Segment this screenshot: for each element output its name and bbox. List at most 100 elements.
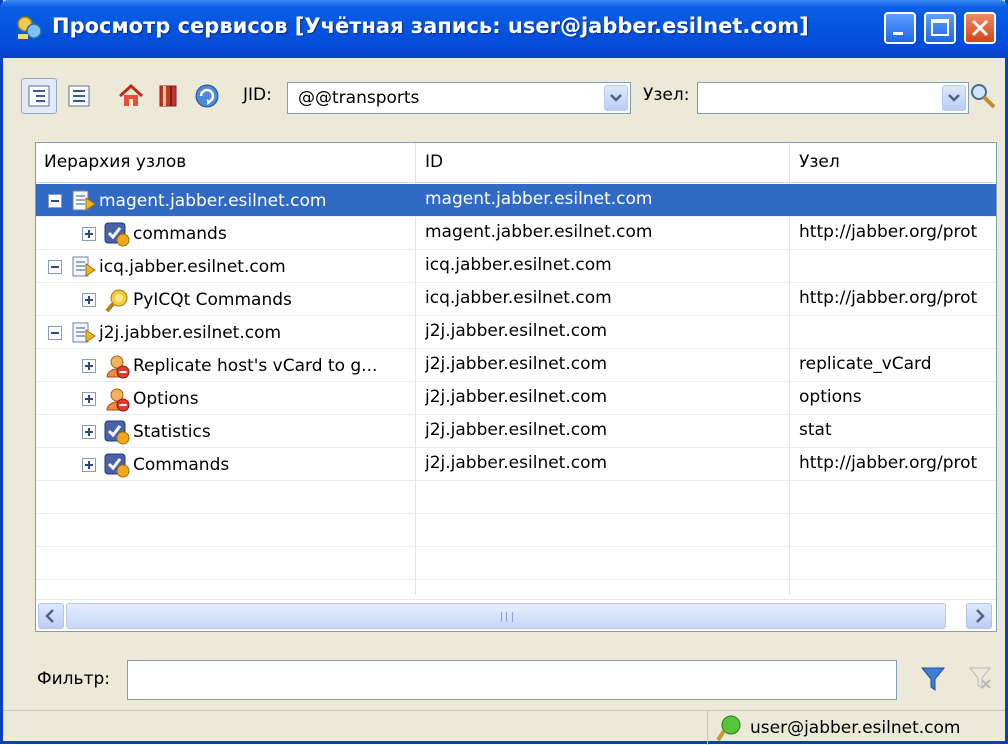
hierarchy-cell: magent.jabber.esilnet.com xyxy=(48,184,414,217)
service-discovery-icon xyxy=(17,16,42,39)
home-button[interactable] xyxy=(113,78,149,114)
node-combobox[interactable] xyxy=(697,82,969,114)
window-title: Просмотр сервисов [Учётная запись: user@… xyxy=(52,14,809,38)
column-header-id[interactable]: ID xyxy=(425,152,443,172)
tree-row[interactable]: magent.jabber.esilnet.com magent.jabber.e… xyxy=(36,184,996,217)
node-label: Узел: xyxy=(643,85,690,105)
node-dropdown-button[interactable] xyxy=(942,85,966,111)
node-cell: options xyxy=(799,387,862,407)
list-view-icon xyxy=(68,85,90,107)
search-button[interactable] xyxy=(965,78,1001,114)
empty-row xyxy=(36,481,996,514)
id-cell: j2j.jabber.esilnet.com xyxy=(425,420,608,440)
commands-icon xyxy=(104,420,130,444)
node-name: Commands xyxy=(133,454,230,475)
tree-row[interactable]: Commands j2j.jabber.esilnet.com http://jab… xyxy=(36,448,996,481)
refresh-icon xyxy=(195,84,219,108)
hierarchy-cell: commands xyxy=(82,217,414,250)
filter-label: Фильтр: xyxy=(37,669,110,689)
id-cell: icq.jabber.esilnet.com xyxy=(425,288,612,308)
expand-icon[interactable] xyxy=(82,391,96,406)
column-header-hierarchy[interactable]: Иерархия узлов xyxy=(44,152,186,172)
node-cell: http://jabber.org/prot xyxy=(799,222,978,242)
empty-row xyxy=(36,547,996,580)
id-cell: j2j.jabber.esilnet.com xyxy=(425,321,608,341)
close-button[interactable] xyxy=(964,12,996,44)
scroll-thumb[interactable] xyxy=(66,603,946,629)
hierarchy-cell: Options xyxy=(82,382,414,415)
chevron-down-icon xyxy=(610,94,622,102)
home-icon xyxy=(118,83,144,106)
commands-icon xyxy=(104,453,130,477)
tree-view-icon xyxy=(28,85,50,107)
expand-icon[interactable] xyxy=(82,358,96,373)
id-cell: magent.jabber.esilnet.com xyxy=(425,189,653,209)
filter-input[interactable] xyxy=(127,660,897,700)
horizontal-scrollbar[interactable] xyxy=(36,599,996,631)
tree-row[interactable]: icq.jabber.esilnet.com icq.jabber.esilnet… xyxy=(36,250,996,283)
node-name: commands xyxy=(133,223,227,244)
tree-row[interactable]: Statistics j2j.jabber.esilnet.com stat xyxy=(36,415,996,448)
grip-icon xyxy=(501,612,513,622)
service-browser-window: Просмотр сервисов [Учётная запись: user@… xyxy=(0,0,1008,745)
node-name: icq.jabber.esilnet.com xyxy=(99,256,286,277)
tree-row[interactable]: commands magent.jabber.esilnet.com http://… xyxy=(36,217,996,250)
account-status[interactable]: user@jabber.esilnet.com xyxy=(707,711,1005,745)
hierarchy-cell: Statistics xyxy=(82,415,414,448)
tree-row[interactable]: j2j.jabber.esilnet.com j2j.jabber.esilnet… xyxy=(36,316,996,349)
refresh-button[interactable] xyxy=(189,78,225,114)
services-tree-grid[interactable]: Иерархия узлов ID Узел magent.jabber.esi… xyxy=(35,142,997,632)
hierarchy-cell: Commands xyxy=(82,448,414,481)
collapse-icon[interactable] xyxy=(48,325,62,340)
user-no-icon xyxy=(106,355,130,378)
expand-icon[interactable] xyxy=(82,457,96,472)
filter-icon[interactable] xyxy=(919,664,947,694)
tree-view-button[interactable] xyxy=(21,78,57,114)
commands-icon xyxy=(104,222,130,246)
account-label: user@jabber.esilnet.com xyxy=(750,718,961,738)
clear-filter-icon[interactable] xyxy=(967,664,993,694)
collapse-icon[interactable] xyxy=(48,193,62,208)
node-name: j2j.jabber.esilnet.com xyxy=(99,322,282,343)
expand-icon[interactable] xyxy=(82,292,96,307)
status-bar: user@jabber.esilnet.com xyxy=(3,710,1005,745)
expand-icon[interactable] xyxy=(82,424,96,439)
minimize-icon xyxy=(893,32,903,35)
id-cell: j2j.jabber.esilnet.com xyxy=(425,354,608,374)
column-header-node[interactable]: Узел xyxy=(799,152,840,172)
maximize-button[interactable] xyxy=(924,12,956,44)
minimize-button[interactable] xyxy=(884,12,916,44)
user-no-icon xyxy=(106,388,130,411)
hierarchy-cell: j2j.jabber.esilnet.com xyxy=(48,316,414,349)
node-cell: replicate_vCard xyxy=(799,354,932,374)
jid-dropdown-button[interactable] xyxy=(604,85,628,111)
scroll-left-button[interactable] xyxy=(38,603,64,629)
hierarchy-cell: PyICQt Commands xyxy=(82,283,414,316)
expand-icon[interactable] xyxy=(82,226,96,241)
bookmarks-button[interactable] xyxy=(151,78,187,114)
service-icon xyxy=(72,322,96,343)
collapse-icon[interactable] xyxy=(48,259,62,274)
node-name: Replicate host's vCard to g... xyxy=(133,355,378,376)
node-name: Statistics xyxy=(133,421,211,442)
tree-row[interactable]: Replicate host's vCard to g... j2j.jabber… xyxy=(36,349,996,382)
list-view-button[interactable] xyxy=(61,78,97,114)
online-status-icon xyxy=(716,715,741,742)
node-cell: stat xyxy=(799,420,832,440)
maximize-icon xyxy=(931,19,949,36)
jid-label: JID: xyxy=(243,85,272,105)
tree-row[interactable]: Options j2j.jabber.esilnet.com options xyxy=(36,382,996,415)
scroll-right-button[interactable] xyxy=(966,603,992,629)
empty-row xyxy=(36,514,996,547)
chevron-down-icon xyxy=(948,94,960,102)
id-cell: j2j.jabber.esilnet.com xyxy=(425,453,608,473)
id-cell: icq.jabber.esilnet.com xyxy=(425,255,612,275)
hierarchy-cell: icq.jabber.esilnet.com xyxy=(48,250,414,283)
grid-header: Иерархия узлов ID Узел xyxy=(36,143,996,183)
node-cell: http://jabber.org/prot xyxy=(799,453,978,473)
service-icon xyxy=(72,190,96,211)
tree-row[interactable]: PyICQt Commands icq.jabber.esilnet.com htt… xyxy=(36,283,996,316)
chevron-right-icon xyxy=(976,609,985,623)
title-bar[interactable]: Просмотр сервисов [Учётная запись: user@… xyxy=(0,0,1008,58)
jid-combobox[interactable]: @@transports xyxy=(287,82,631,114)
